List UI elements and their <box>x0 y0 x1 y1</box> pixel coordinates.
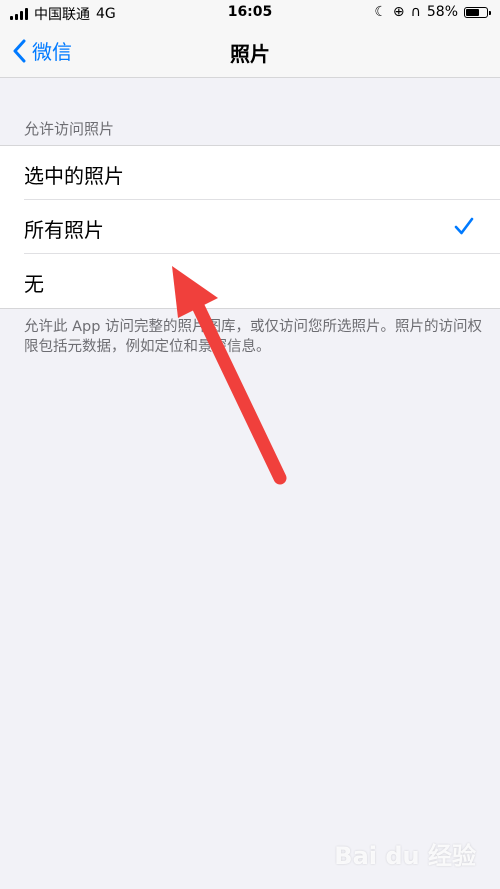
battery-icon <box>464 6 491 18</box>
section-header: 允许访问照片 <box>24 120 115 138</box>
watermark: Bai du 经验 <box>334 842 476 870</box>
rotation-lock-icon: ⊕ <box>392 4 405 20</box>
checkmark-icon <box>454 217 474 235</box>
headphones-icon: ∩ <box>410 4 421 20</box>
page-title: 照片 <box>230 42 270 66</box>
battery-fill <box>466 8 479 16</box>
status-right: ☾ ⊕ ∩ 58% <box>374 4 491 20</box>
moon-icon: ☾ <box>374 4 387 20</box>
option-all-photos[interactable]: 所有照片 <box>0 200 500 254</box>
option-label: 所有照片 <box>24 218 104 242</box>
option-label: 无 <box>24 272 44 296</box>
navigation-bar: 微信 照片 <box>0 26 500 78</box>
option-label: 选中的照片 <box>24 164 124 188</box>
status-bar: 中国联通 4G 16:05 ☾ ⊕ ∩ 58% <box>0 0 500 26</box>
battery-percent: 58% <box>426 4 458 20</box>
section-footer: 允许此 App 访问完整的照片图库，或仅访问您所选照片。照片的访问权限包括元数据… <box>24 319 483 355</box>
option-none[interactable]: 无 <box>0 254 500 308</box>
option-selected-photos[interactable]: 选中的照片 <box>0 146 500 200</box>
photo-access-options: 选中的照片 所有照片 无 <box>0 145 500 309</box>
